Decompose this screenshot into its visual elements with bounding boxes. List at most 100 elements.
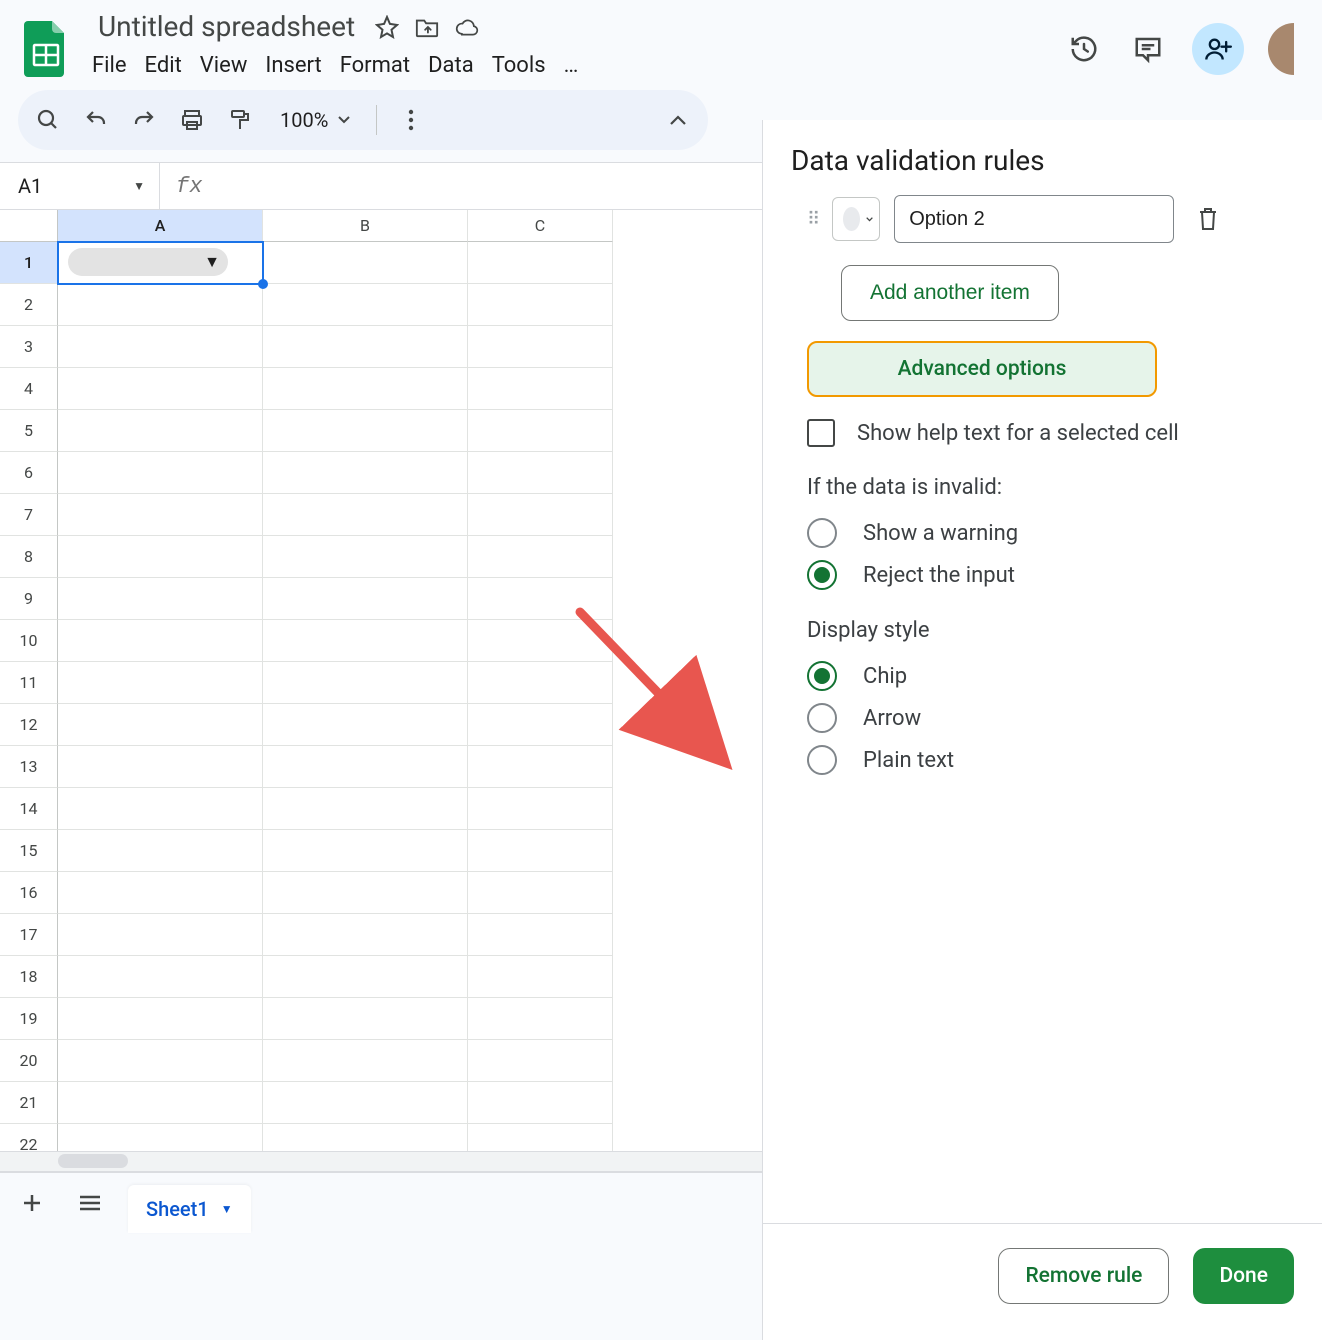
share-button[interactable] <box>1192 23 1244 75</box>
display-option[interactable]: Chip <box>807 661 1294 691</box>
cell[interactable] <box>263 326 468 368</box>
print-icon[interactable] <box>178 106 206 134</box>
radio-button[interactable] <box>807 661 837 691</box>
cell[interactable] <box>58 956 263 998</box>
row-header[interactable]: 17 <box>0 914 58 956</box>
cell[interactable] <box>263 410 468 452</box>
cell[interactable] <box>468 1082 613 1124</box>
search-icon[interactable] <box>34 106 62 134</box>
help-text-row[interactable]: Show help text for a selected cell <box>807 419 1294 447</box>
option-value-input[interactable] <box>894 195 1174 243</box>
cell[interactable] <box>468 704 613 746</box>
row-header[interactable]: 7 <box>0 494 58 536</box>
radio-button[interactable] <box>807 560 837 590</box>
cell[interactable] <box>263 242 468 284</box>
row-header[interactable]: 4 <box>0 368 58 410</box>
cell[interactable] <box>58 704 263 746</box>
cloud-status-icon[interactable] <box>455 15 479 39</box>
cell[interactable] <box>58 830 263 872</box>
menu-format[interactable]: Format <box>340 49 424 82</box>
cell[interactable] <box>263 1040 468 1082</box>
sheet-tab[interactable]: Sheet1 ▼ <box>128 1185 251 1233</box>
cell[interactable] <box>263 620 468 662</box>
cell[interactable] <box>468 662 613 704</box>
cell[interactable]: ▼ <box>58 242 263 284</box>
cell[interactable] <box>58 914 263 956</box>
cell[interactable] <box>58 662 263 704</box>
dropdown-chip[interactable]: ▼ <box>68 248 228 276</box>
advanced-options-button[interactable]: Advanced options <box>807 341 1157 397</box>
cell[interactable] <box>58 872 263 914</box>
cell[interactable] <box>58 1082 263 1124</box>
cell[interactable] <box>263 494 468 536</box>
row-header[interactable]: 9 <box>0 578 58 620</box>
row-header[interactable]: 15 <box>0 830 58 872</box>
cell[interactable] <box>468 788 613 830</box>
invalid-option[interactable]: Show a warning <box>807 518 1294 548</box>
menu-tools[interactable]: Tools <box>492 49 560 82</box>
cell[interactable] <box>58 410 263 452</box>
cell[interactable] <box>263 704 468 746</box>
cell[interactable] <box>263 746 468 788</box>
name-box[interactable]: A1 ▼ <box>0 163 160 209</box>
cell[interactable] <box>468 746 613 788</box>
row-header[interactable]: 13 <box>0 746 58 788</box>
account-avatar[interactable] <box>1268 23 1294 75</box>
option-color-picker[interactable] <box>832 197 880 241</box>
cell[interactable] <box>468 284 613 326</box>
history-icon[interactable] <box>1064 29 1104 69</box>
cell[interactable] <box>468 494 613 536</box>
cell[interactable] <box>468 578 613 620</box>
cell[interactable] <box>58 536 263 578</box>
move-icon[interactable] <box>415 15 439 39</box>
cell[interactable] <box>58 788 263 830</box>
radio-button[interactable] <box>807 745 837 775</box>
cell[interactable] <box>58 746 263 788</box>
cell[interactable] <box>263 872 468 914</box>
cell[interactable] <box>468 914 613 956</box>
cell[interactable] <box>263 1082 468 1124</box>
menu-edit[interactable]: Edit <box>145 49 196 82</box>
display-option[interactable]: Plain text <box>807 745 1294 775</box>
cell[interactable] <box>263 662 468 704</box>
row-header[interactable]: 14 <box>0 788 58 830</box>
chevron-down-icon[interactable]: ▼ <box>221 1202 233 1216</box>
row-header[interactable]: 20 <box>0 1040 58 1082</box>
menu-insert[interactable]: Insert <box>265 49 335 82</box>
cell[interactable] <box>468 536 613 578</box>
select-all-corner[interactable] <box>0 210 58 242</box>
sheets-logo[interactable] <box>18 13 74 85</box>
row-header[interactable]: 8 <box>0 536 58 578</box>
cell[interactable] <box>58 998 263 1040</box>
fill-handle[interactable] <box>258 279 268 289</box>
cell[interactable] <box>468 452 613 494</box>
cell[interactable] <box>58 326 263 368</box>
add-item-button[interactable]: Add another item <box>841 265 1059 321</box>
cell[interactable] <box>468 326 613 368</box>
drag-handle-icon[interactable]: ⠿ <box>807 209 818 230</box>
row-header[interactable]: 2 <box>0 284 58 326</box>
row-header[interactable]: 12 <box>0 704 58 746</box>
cell[interactable] <box>263 956 468 998</box>
menu-file[interactable]: File <box>92 49 141 82</box>
row-header[interactable]: 18 <box>0 956 58 998</box>
radio-button[interactable] <box>807 703 837 733</box>
cell[interactable] <box>468 410 613 452</box>
menu-data[interactable]: Data <box>428 49 488 82</box>
cell[interactable] <box>263 578 468 620</box>
doc-title[interactable]: Untitled spreadsheet <box>92 8 361 45</box>
display-option[interactable]: Arrow <box>807 703 1294 733</box>
cell[interactable] <box>263 452 468 494</box>
cell[interactable] <box>468 1040 613 1082</box>
all-sheets-button[interactable] <box>70 1183 110 1223</box>
cell[interactable] <box>58 620 263 662</box>
cell[interactable] <box>468 998 613 1040</box>
row-header[interactable]: 19 <box>0 998 58 1040</box>
done-button[interactable]: Done <box>1193 1248 1294 1304</box>
invalid-option[interactable]: Reject the input <box>807 560 1294 590</box>
cell[interactable] <box>263 284 468 326</box>
cell[interactable] <box>468 368 613 410</box>
cell[interactable] <box>263 788 468 830</box>
help-text-checkbox[interactable] <box>807 419 835 447</box>
cell[interactable] <box>58 494 263 536</box>
